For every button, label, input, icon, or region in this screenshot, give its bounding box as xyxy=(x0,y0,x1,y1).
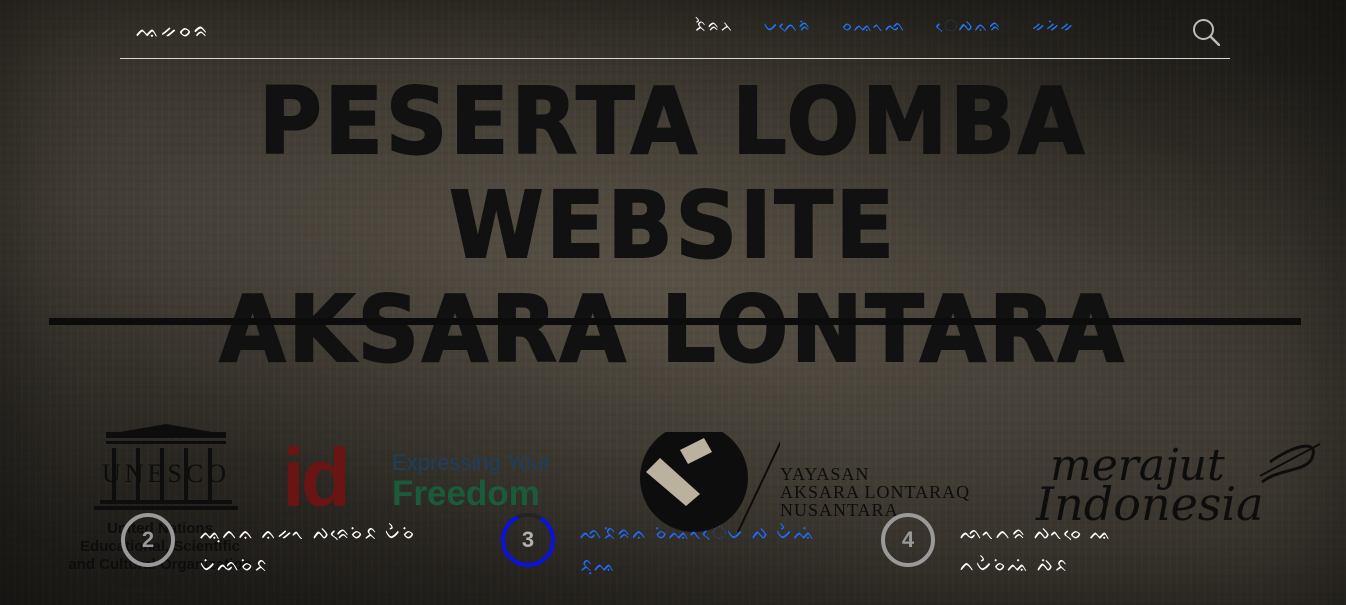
id-logo-tagline-1: Expressing Your xyxy=(392,450,551,475)
step-number: 2 xyxy=(141,527,155,552)
nav-item-home[interactable]: ᨅᨛᨑᨂ xyxy=(695,16,734,36)
slider-step-4[interactable]: 4 ᨒᨚᨈᨑ ᨄᨚᨔᨙ ᨕ ᨈᨆᨛᨔᨗᨕᨗ ᨄᨗᨅ xyxy=(880,512,1180,582)
step-ring: 2 xyxy=(120,512,176,568)
slider-step-3[interactable]: 3 ᨒᨅᨗᨑᨊ ᨔᨗᨕᨚᨙᨆ ᨄ ᨆᨛᨕᨗ ᨅᨘᨕ xyxy=(500,512,850,582)
banner-title-line-1: PESERTA LOMBA WEBSITE xyxy=(258,68,1088,279)
brand-logo[interactable]: ᨕᨀᨔᨑ xyxy=(136,18,210,42)
step-number: 3 xyxy=(521,527,535,552)
svg-text:UNESCO: UNESCO xyxy=(102,459,230,488)
nav-item-quiz[interactable]: ᨔᨕᨚᨒ xyxy=(842,16,906,36)
hero-section: ᨕᨀᨔᨑ ᨅᨛᨑᨂ ᨆᨈᨙᨑᨗ ᨔᨕᨚᨒ ᨙᨄᨊᨑ ᨀᨀᨗᨀ PESERTA L… xyxy=(0,0,1346,605)
yayasan-caption-line-1: YAYASAN xyxy=(780,464,870,484)
step-label: ᨕᨘᨈᨊ ᨊᨀᨚ ᨄᨑᨙᨔᨗᨅ ᨆᨛᨔᨗ ᨆᨗᨒᨔᨗᨅ xyxy=(200,523,417,576)
nav-menu: ᨅᨛᨑᨂ ᨆᨈᨙᨑᨗ ᨔᨕᨚᨒ ᨙᨄᨊᨑ ᨀᨀᨗᨀ xyxy=(695,16,1075,36)
search-icon[interactable] xyxy=(1192,18,1220,46)
id-logo-tagline-2: Freedom xyxy=(392,474,540,513)
nav-item-material[interactable]: ᨆᨈᨙᨑᨗ xyxy=(764,16,812,36)
banner-title-line-2: AKSARA LONTARA xyxy=(218,276,1127,383)
id-logo-letters: id xyxy=(282,433,351,524)
step-number: 4 xyxy=(901,527,915,552)
step-ring: 4 xyxy=(880,512,936,568)
navbar: ᨕᨀᨔᨑ ᨅᨛᨑᨂ ᨆᨈᨙᨑᨗ ᨔᨕᨚᨒ ᨙᨄᨊᨑ ᨀᨀᨗᨀ xyxy=(120,0,1230,59)
nav-item-about[interactable]: ᨀᨀᨗᨀ xyxy=(1032,16,1074,36)
nav-item-translator[interactable]: ᨙᨄᨊᨑ xyxy=(936,16,1002,36)
step-ring: 3 xyxy=(500,512,556,568)
step-label: ᨒᨅᨗᨑᨊ ᨔᨗᨕᨚᨙᨆ ᨄ ᨆᨛᨕᨗ ᨅᨘᨕ xyxy=(580,523,817,576)
step-label: ᨒᨚᨈᨑ ᨄᨚᨔᨙ ᨕ ᨈᨆᨛᨔᨗᨕᨗ ᨄᨗᨅ xyxy=(960,523,1113,576)
banner-divider xyxy=(49,318,1301,325)
yayasan-caption-line-2: AKSARA LONTARAQ xyxy=(780,482,971,502)
banner-title: PESERTA LOMBA WEBSITE AKSARA LONTARA xyxy=(0,68,1346,383)
slider-steps: 2 ᨕᨘᨈᨊ ᨊᨀᨚ ᨄᨑᨙᨔᨗᨅ ᨆᨛᨔᨗ ᨆᨗᨒᨔᨗᨅ 3 ᨒᨅᨗᨑᨊ ᨔᨗ… xyxy=(0,512,1346,582)
yayasan-caption: YAYASAN AKSARA LONTARAQ NUSANTARA xyxy=(780,465,970,519)
unesco-temple-icon: UNESCO xyxy=(94,424,238,510)
slider-step-2[interactable]: 2 ᨕᨘᨈᨊ ᨊᨀᨚ ᨄᨑᨙᨔᨗᨅ ᨆᨛᨔᨗ ᨆᨗᨒᨔᨗᨅ xyxy=(120,512,460,582)
